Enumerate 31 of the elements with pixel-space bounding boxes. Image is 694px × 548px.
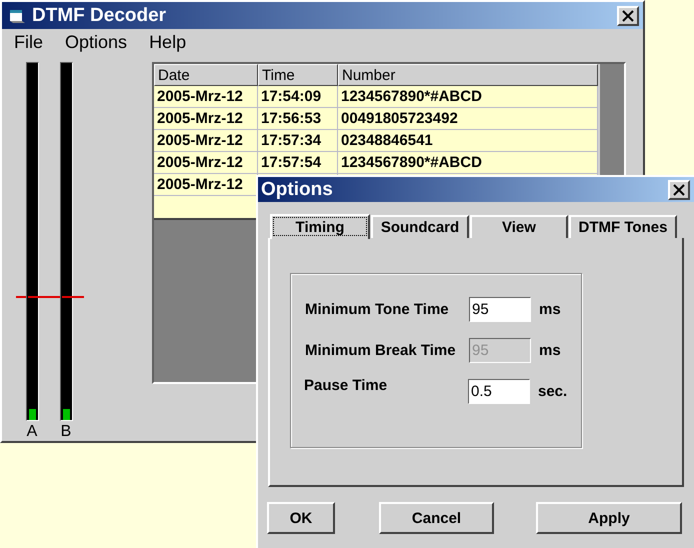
menu-item[interactable]: File [14, 32, 44, 53]
close-icon [621, 8, 635, 23]
close-icon [672, 182, 686, 196]
unit-label: ms [539, 300, 561, 318]
unit-label: ms [539, 342, 561, 358]
dialog-button[interactable]: Apply [536, 502, 682, 534]
meter-label: A [26, 423, 38, 441]
column-header[interactable]: Time [258, 64, 338, 86]
close-button[interactable] [668, 180, 690, 200]
field-label: Minimum Break Time [304, 342, 457, 358]
column-header[interactable]: Date [154, 64, 258, 86]
tab[interactable]: Timing [270, 214, 370, 239]
menu-item[interactable]: Help [149, 32, 186, 53]
dialog-button[interactable]: Cancel [379, 502, 494, 534]
column-header[interactable]: Number [338, 64, 598, 86]
tab[interactable]: Soundcard [371, 215, 469, 238]
meter-label: B [60, 423, 72, 441]
threshold-line[interactable] [16, 296, 84, 298]
tab[interactable]: View [470, 215, 568, 238]
field-label: Pause Time [303, 376, 388, 394]
input-field[interactable]: 0.5 [468, 378, 530, 404]
window-app-icon [8, 8, 26, 24]
unit-label: sec. [538, 382, 568, 400]
menu-item[interactable]: Options [65, 32, 128, 53]
field-label: Minimum Tone Time [304, 300, 450, 318]
tab[interactable]: DTMF Tones [569, 215, 677, 238]
input-field[interactable]: 95 [469, 296, 531, 322]
close-button[interactable] [617, 6, 639, 26]
window-title: DTMF Decoder [32, 4, 166, 27]
dialog-button[interactable]: OK [267, 502, 335, 534]
dialog-title: Options [261, 178, 333, 200]
